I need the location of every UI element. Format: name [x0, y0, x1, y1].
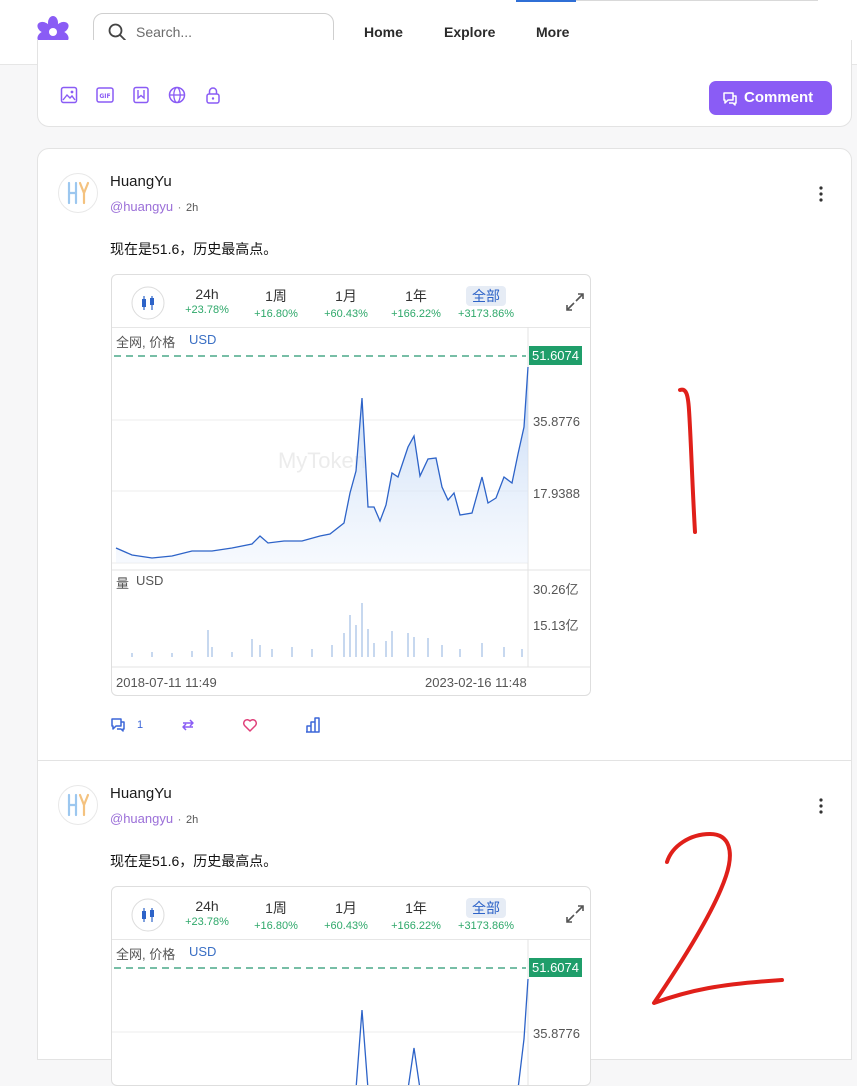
- bookmark-icon[interactable]: [132, 86, 150, 104]
- expand-icon[interactable]: [564, 291, 586, 313]
- post-meta: @huangyu · 2h: [110, 198, 198, 216]
- post-time: 2h: [185, 814, 199, 826]
- period-change: +60.43%: [324, 920, 368, 932]
- post-card: HuangYu @huangyu · 2h 现在是51.6，历史最高点。 24h…: [37, 148, 852, 761]
- meta-separator: ·: [177, 200, 182, 214]
- period-24h[interactable]: 24h +23.78%: [167, 286, 247, 316]
- more-options-icon[interactable]: [818, 185, 824, 203]
- period-24h[interactable]: 24h +23.78%: [167, 898, 247, 928]
- current-price-tag: 51.6074: [529, 346, 582, 365]
- author-name[interactable]: HuangYu: [110, 173, 172, 190]
- period-name: 1年: [405, 288, 427, 304]
- avatar-monogram-icon: [67, 181, 90, 205]
- candlestick-icon[interactable]: [131, 286, 165, 320]
- start-date: 2018-07-11 11:49: [116, 675, 217, 690]
- period-change: +23.78%: [185, 916, 229, 928]
- nav-home[interactable]: Home: [364, 24, 403, 40]
- comment-button[interactable]: Comment: [709, 81, 832, 115]
- price-chart-image[interactable]: 24h +23.78% 1周 +16.80% 1月 +60.43% 1年 +166.22…: [111, 274, 591, 696]
- heart-icon[interactable]: [242, 717, 258, 733]
- period-1week[interactable]: 1周 +16.80%: [236, 286, 316, 320]
- candlestick-icon[interactable]: [131, 898, 165, 932]
- period-change: +3173.86%: [458, 920, 514, 932]
- period-name: 全部: [466, 286, 506, 306]
- nav-active-indicator: [516, 0, 576, 2]
- volume-label: 量: [116, 576, 130, 591]
- period-all[interactable]: 全部 +3173.86%: [446, 898, 526, 932]
- volume-bars: [131, 603, 523, 657]
- author-name[interactable]: HuangYu: [110, 785, 172, 802]
- y-axis-tick: 35.8776: [533, 414, 580, 429]
- price-plot: [112, 939, 529, 1085]
- post-text: 现在是51.6，历史最高点。: [110, 853, 278, 869]
- nav-explore[interactable]: Explore: [444, 24, 495, 40]
- period-change: +166.22%: [391, 308, 441, 320]
- stats-icon[interactable]: [305, 716, 322, 733]
- more-options-icon[interactable]: [818, 797, 824, 815]
- chart-watermark: MyToken: [278, 448, 366, 473]
- period-all[interactable]: 全部 +3173.86%: [446, 286, 526, 320]
- y-axis-tick: 17.9388: [533, 486, 580, 501]
- period-change: +3173.86%: [458, 308, 514, 320]
- volume-currency: USD: [136, 573, 164, 588]
- svg-text:GIF: GIF: [99, 93, 110, 100]
- period-1year[interactable]: 1年 +166.22%: [376, 286, 456, 320]
- period-name: 1周: [265, 288, 287, 304]
- search-input[interactable]: [136, 22, 316, 42]
- expand-icon[interactable]: [564, 903, 586, 925]
- author-handle[interactable]: @huangyu: [110, 199, 173, 214]
- comment-icon[interactable]: [110, 717, 126, 732]
- period-change: +16.80%: [254, 308, 298, 320]
- period-name: 1年: [405, 900, 427, 916]
- post-meta: @huangyu · 2h: [110, 810, 198, 828]
- nav-divider: [576, 0, 818, 1]
- post-time: 2h: [185, 202, 199, 214]
- avatar[interactable]: [58, 785, 98, 825]
- price-chart-image[interactable]: 24h +23.78% 1周 +16.80% 1月 +60.43% 1年 +166.22…: [111, 886, 591, 1086]
- meta-separator: ·: [177, 812, 182, 826]
- repost-icon[interactable]: [180, 717, 196, 733]
- comment-icon: [723, 92, 737, 106]
- current-price-tag: 51.6074: [529, 958, 582, 977]
- period-1week[interactable]: 1周 +16.80%: [236, 898, 316, 932]
- avatar-monogram-icon: [67, 793, 90, 817]
- globe-icon[interactable]: [168, 86, 186, 104]
- price-plot: MyToken: [112, 327, 590, 668]
- period-change: +60.43%: [324, 308, 368, 320]
- gif-icon[interactable]: GIF: [96, 86, 114, 104]
- period-name: 1月: [335, 288, 357, 304]
- search-icon: [108, 23, 126, 41]
- author-handle[interactable]: @huangyu: [110, 811, 173, 826]
- lock-icon[interactable]: [204, 86, 222, 104]
- period-name: 全部: [466, 898, 506, 918]
- period-1month[interactable]: 1月 +60.43%: [306, 898, 386, 932]
- period-1month[interactable]: 1月 +60.43%: [306, 286, 386, 320]
- post-card: HuangYu @huangyu · 2h 现在是51.6，历史最高点。 24h…: [37, 760, 852, 1086]
- period-name: 24h: [195, 286, 219, 302]
- period-change: +16.80%: [254, 920, 298, 932]
- period-name: 1月: [335, 900, 357, 916]
- period-change: +166.22%: [391, 920, 441, 932]
- y-axis-tick: 35.8776: [533, 1026, 580, 1041]
- period-name: 1周: [265, 900, 287, 916]
- period-change: +23.78%: [185, 304, 229, 316]
- nav-more[interactable]: More: [536, 24, 569, 40]
- period-name: 24h: [195, 898, 219, 914]
- volume-tick: 15.13亿: [533, 618, 579, 633]
- volume-tick: 30.26亿: [533, 582, 579, 597]
- period-1year[interactable]: 1年 +166.22%: [376, 898, 456, 932]
- post-text: 现在是51.6，历史最高点。: [110, 241, 278, 257]
- comment-count: 1: [137, 719, 144, 731]
- comment-button-label: Comment: [744, 89, 814, 106]
- avatar[interactable]: [58, 173, 98, 213]
- image-icon[interactable]: [60, 86, 78, 104]
- end-date: 2023-02-16 11:48: [425, 675, 527, 690]
